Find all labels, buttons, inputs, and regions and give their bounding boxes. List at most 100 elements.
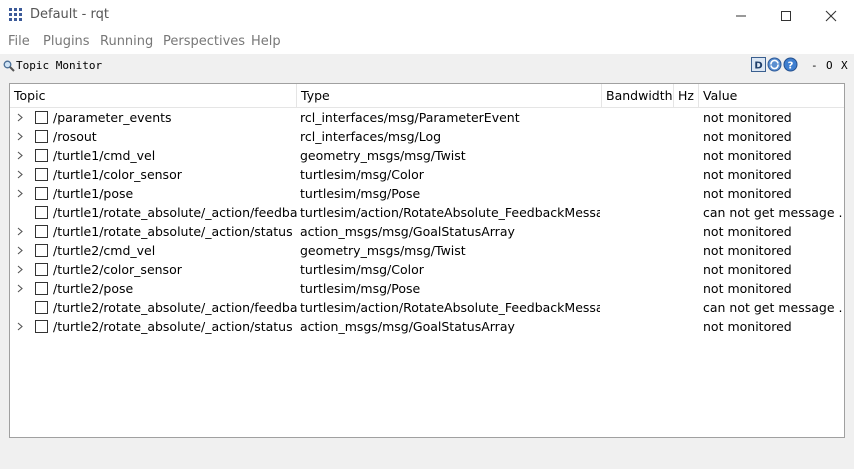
type-cell: action_msgs/msg/GoalStatusArray bbox=[300, 224, 515, 239]
topic-checkbox[interactable] bbox=[35, 149, 48, 162]
table-row[interactable]: /turtle2/color_sensor turtlesim/msg/Color… bbox=[10, 260, 844, 279]
chevron-right-icon[interactable] bbox=[16, 113, 24, 122]
chevron-right-icon[interactable] bbox=[16, 151, 24, 160]
type-cell: action_msgs/msg/GoalStatusArray bbox=[300, 319, 515, 334]
bandwidth-cell bbox=[605, 317, 673, 336]
close-icon bbox=[825, 10, 837, 21]
value-cell: not monitored bbox=[703, 243, 792, 258]
chevron-right-icon[interactable] bbox=[16, 284, 24, 293]
value-cell: not monitored bbox=[703, 281, 792, 296]
chevron-right-icon[interactable] bbox=[16, 170, 24, 179]
svg-text:?: ? bbox=[788, 61, 794, 72]
bandwidth-cell bbox=[605, 165, 673, 184]
topic-checkbox[interactable] bbox=[35, 301, 48, 314]
table-row[interactable]: /turtle1/pose turtlesim/msg/Pose not monit… bbox=[10, 184, 844, 203]
type-cell: turtlesim/msg/Color bbox=[300, 262, 424, 277]
menu-file[interactable]: File bbox=[8, 34, 30, 49]
hz-cell bbox=[677, 184, 699, 203]
table-row[interactable]: /turtle2/cmd_vel geometry_msgs/msg/Twist n… bbox=[10, 241, 844, 260]
value-cell: not monitored bbox=[703, 186, 792, 201]
column-header-topic[interactable]: Topic bbox=[10, 84, 297, 108]
dock-reload-button[interactable] bbox=[767, 57, 782, 72]
topic-checkbox[interactable] bbox=[35, 130, 48, 143]
hz-cell bbox=[677, 241, 699, 260]
bandwidth-cell bbox=[605, 298, 673, 317]
topic-checkbox[interactable] bbox=[35, 244, 48, 257]
topic-cell: /rosout bbox=[53, 129, 97, 144]
dock-minimize-button[interactable]: - bbox=[811, 59, 818, 72]
dock-close-button[interactable]: X bbox=[841, 59, 848, 72]
topic-checkbox[interactable] bbox=[35, 263, 48, 276]
column-header-bandwidth[interactable]: Bandwidth bbox=[602, 84, 674, 108]
type-cell: turtlesim/action/RotateAbsolute_Feedback… bbox=[300, 300, 600, 315]
title-bar: Default - rqt bbox=[0, 0, 854, 30]
menu-bar: File Plugins Running Perspectives Help bbox=[0, 30, 854, 54]
chevron-right-icon[interactable] bbox=[16, 189, 24, 198]
svg-text:D: D bbox=[754, 61, 762, 72]
topic-cell: /turtle1/rotate_absolute/_action/feedbac… bbox=[53, 205, 297, 220]
table-row[interactable]: /turtle2/pose turtlesim/msg/Pose not monit… bbox=[10, 279, 844, 298]
column-header-hz[interactable]: Hz bbox=[674, 84, 699, 108]
menu-running[interactable]: Running bbox=[100, 34, 153, 49]
rqt-app-icon bbox=[9, 8, 22, 21]
type-cell: turtlesim/msg/Pose bbox=[300, 186, 421, 201]
table-row[interactable]: /turtle1/color_sensor turtlesim/msg/Color… bbox=[10, 165, 844, 184]
topic-checkbox[interactable] bbox=[35, 111, 48, 124]
topic-tree[interactable]: Topic Type Bandwidth Hz Value /parameter… bbox=[9, 83, 845, 438]
topic-cell: /turtle2/rotate_absolute/_action/feedbac… bbox=[53, 300, 297, 315]
bandwidth-cell bbox=[605, 222, 673, 241]
dock-help-button[interactable]: ? bbox=[783, 57, 798, 72]
hz-cell bbox=[677, 165, 699, 184]
type-cell: turtlesim/action/RotateAbsolute_Feedback… bbox=[300, 205, 600, 220]
bandwidth-cell bbox=[605, 260, 673, 279]
help-icon: ? bbox=[783, 57, 798, 72]
dock-title: Topic Monitor bbox=[16, 59, 103, 72]
bandwidth-cell bbox=[605, 146, 673, 165]
topic-checkbox[interactable] bbox=[35, 187, 48, 200]
table-row[interactable]: /turtle2/rotate_absolute/_action/feedbac… bbox=[10, 298, 844, 317]
close-button[interactable] bbox=[808, 0, 854, 30]
maximize-button[interactable] bbox=[763, 0, 809, 30]
topic-cell: /turtle1/pose bbox=[53, 186, 134, 201]
hz-cell bbox=[677, 260, 699, 279]
topic-checkbox[interactable] bbox=[35, 282, 48, 295]
hz-cell bbox=[677, 279, 699, 298]
chevron-right-icon[interactable] bbox=[16, 322, 24, 331]
table-row[interactable]: /turtle2/rotate_absolute/_action/status a… bbox=[10, 317, 844, 336]
table-row[interactable]: /parameter_events rcl_interfaces/msg/Para… bbox=[10, 108, 844, 127]
dock-d-button[interactable]: D bbox=[751, 57, 766, 72]
minimize-icon bbox=[736, 15, 746, 16]
topic-cell: /turtle1/rotate_absolute/_action/status bbox=[53, 224, 293, 239]
dock-title-bar: Topic Monitor D ? - O X bbox=[0, 56, 854, 77]
value-cell: not monitored bbox=[703, 262, 792, 277]
value-cell: not monitored bbox=[703, 148, 792, 163]
hz-cell bbox=[677, 146, 699, 165]
chevron-right-icon[interactable] bbox=[16, 265, 24, 274]
table-row[interactable]: /turtle1/rotate_absolute/_action/feedbac… bbox=[10, 203, 844, 222]
column-header-value[interactable]: Value bbox=[699, 84, 844, 108]
topic-checkbox[interactable] bbox=[35, 168, 48, 181]
topic-cell: /turtle1/cmd_vel bbox=[53, 148, 156, 163]
hz-cell bbox=[677, 203, 699, 222]
table-row[interactable]: /turtle1/rotate_absolute/_action/status a… bbox=[10, 222, 844, 241]
topic-cell: /turtle2/cmd_vel bbox=[53, 243, 156, 258]
topic-cell: /turtle2/pose bbox=[53, 281, 134, 296]
bandwidth-cell bbox=[605, 127, 673, 146]
chevron-right-icon[interactable] bbox=[16, 246, 24, 255]
bandwidth-cell bbox=[605, 108, 673, 127]
type-cell: rcl_interfaces/msg/Log bbox=[300, 129, 442, 144]
chevron-right-icon[interactable] bbox=[16, 132, 24, 141]
topic-checkbox[interactable] bbox=[35, 206, 48, 219]
bandwidth-cell bbox=[605, 279, 673, 298]
chevron-right-icon[interactable] bbox=[16, 227, 24, 236]
menu-help[interactable]: Help bbox=[251, 34, 281, 49]
topic-checkbox[interactable] bbox=[35, 320, 48, 333]
column-header-type[interactable]: Type bbox=[297, 84, 602, 108]
menu-plugins[interactable]: Plugins bbox=[43, 34, 90, 49]
menu-perspectives[interactable]: Perspectives bbox=[163, 34, 245, 49]
table-row[interactable]: /rosout rcl_interfaces/msg/Log not monitor… bbox=[10, 127, 844, 146]
table-row[interactable]: /turtle1/cmd_vel geometry_msgs/msg/Twist n… bbox=[10, 146, 844, 165]
dock-float-button[interactable]: O bbox=[826, 59, 833, 72]
minimize-button[interactable] bbox=[718, 0, 764, 30]
topic-checkbox[interactable] bbox=[35, 225, 48, 238]
